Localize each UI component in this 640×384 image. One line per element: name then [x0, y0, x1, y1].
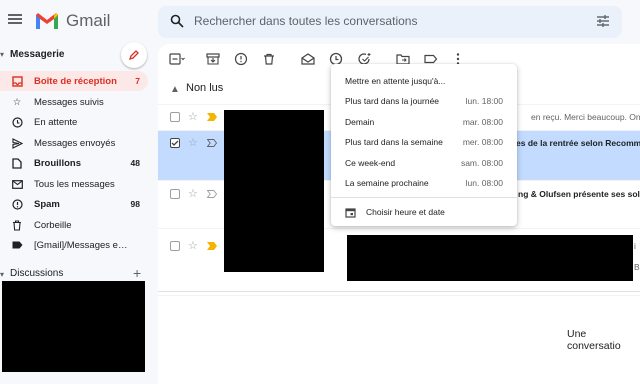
- star-icon[interactable]: ☆: [188, 110, 198, 123]
- list-divider: [158, 291, 640, 296]
- sidebar-item-spam[interactable]: Spam 98: [0, 194, 148, 214]
- important-marker-icon[interactable]: [207, 113, 217, 121]
- compose-button[interactable]: [121, 42, 147, 68]
- row-fragment: i: [634, 241, 636, 251]
- menu-divider: [331, 197, 517, 198]
- main-menu-button[interactable]: [8, 12, 28, 32]
- sidebar-item-inbox[interactable]: Boîte de réception 7: [0, 71, 148, 91]
- search-input[interactable]: Rechercher dans toutes les conversations: [194, 14, 417, 28]
- trash-icon: [10, 219, 24, 231]
- search-icon[interactable]: [170, 14, 184, 28]
- spam-icon: [10, 198, 24, 210]
- archive-icon[interactable]: [204, 50, 222, 68]
- important-marker-icon[interactable]: [207, 190, 217, 198]
- snooze-option-next-week[interactable]: La semaine prochaine lun. 08:00: [345, 178, 503, 188]
- star-icon: ☆: [12, 96, 22, 108]
- search-options-icon[interactable]: [596, 14, 610, 28]
- pencil-icon: [128, 50, 139, 61]
- row-snippet: en reçu. Merci beaucoup. On: [531, 112, 640, 122]
- send-icon: [10, 137, 24, 149]
- draft-icon: [10, 157, 24, 169]
- row-checkbox[interactable]: [170, 241, 180, 251]
- sidebar-item-starred[interactable]: ☆ Messages suivis: [0, 92, 148, 112]
- snooze-option-later-today[interactable]: Plus tard dans la journée lun. 18:00: [345, 96, 503, 106]
- snooze-option-weekend[interactable]: Ce week-end sam. 08:00: [345, 158, 503, 168]
- redacted-block: [347, 235, 633, 281]
- collapse-caret-icon[interactable]: ▾: [0, 50, 4, 59]
- star-icon[interactable]: ☆: [188, 187, 198, 200]
- snooze-option-custom[interactable]: Choisir heure et date: [366, 207, 445, 217]
- star-icon[interactable]: ☆: [188, 239, 198, 252]
- redacted-block: [2, 281, 145, 372]
- app-brand: Gmail: [66, 11, 111, 30]
- collapse-caret-icon[interactable]: ▾: [0, 270, 4, 279]
- star-icon[interactable]: ☆: [188, 136, 198, 149]
- row-checkbox[interactable]: [170, 112, 180, 122]
- row-checkbox-checked[interactable]: [170, 138, 180, 148]
- sidebar-title: Messagerie: [10, 49, 65, 60]
- mark-read-icon[interactable]: [299, 50, 317, 68]
- report-spam-icon[interactable]: [232, 50, 250, 68]
- select-checkbox-icon[interactable]: [168, 50, 186, 68]
- gmail-logo-icon: [35, 12, 59, 32]
- sidebar-item-snoozed[interactable]: En attente: [0, 112, 148, 132]
- empty-message: Une conversatio: [567, 328, 621, 352]
- snooze-option-later-week[interactable]: Plus tard dans la semaine mer. 08:00: [345, 137, 503, 147]
- row-snippet: es de la rentrée selon Recomm: [516, 138, 640, 148]
- row-snippet: ng & Olufsen présente ses solu: [518, 189, 640, 199]
- row-checkbox[interactable]: [170, 189, 180, 199]
- sidebar-item-sent[interactable]: Messages envoyés: [0, 133, 148, 153]
- inbox-icon: [10, 75, 24, 87]
- sidebar-item-label[interactable]: [Gmail]/Messages envo...: [0, 235, 148, 255]
- section-title: Non lus: [186, 82, 224, 94]
- calendar-icon: [345, 205, 357, 218]
- important-marker-icon[interactable]: [207, 139, 217, 147]
- sidebar-item-all-mail[interactable]: Tous les messages: [0, 174, 148, 194]
- clock-icon: [10, 116, 24, 128]
- important-marker-icon[interactable]: [207, 242, 217, 250]
- row-fragment: B: [634, 262, 640, 272]
- sidebar-item-trash[interactable]: Corbeille: [0, 215, 148, 235]
- redacted-block: [224, 110, 324, 272]
- snooze-menu-title: Mettre en attente jusqu'à...: [345, 76, 446, 86]
- add-discussion-icon[interactable]: +: [133, 265, 141, 281]
- mail-icon: [10, 179, 24, 189]
- collapse-section-icon[interactable]: ▲: [170, 84, 180, 95]
- delete-icon[interactable]: [260, 50, 278, 68]
- label-icon: [10, 241, 24, 249]
- discussions-title: Discussions: [10, 268, 64, 279]
- snooze-option-tomorrow[interactable]: Demain mar. 08:00: [345, 117, 503, 127]
- sidebar-item-drafts[interactable]: Brouillons 48: [0, 153, 148, 173]
